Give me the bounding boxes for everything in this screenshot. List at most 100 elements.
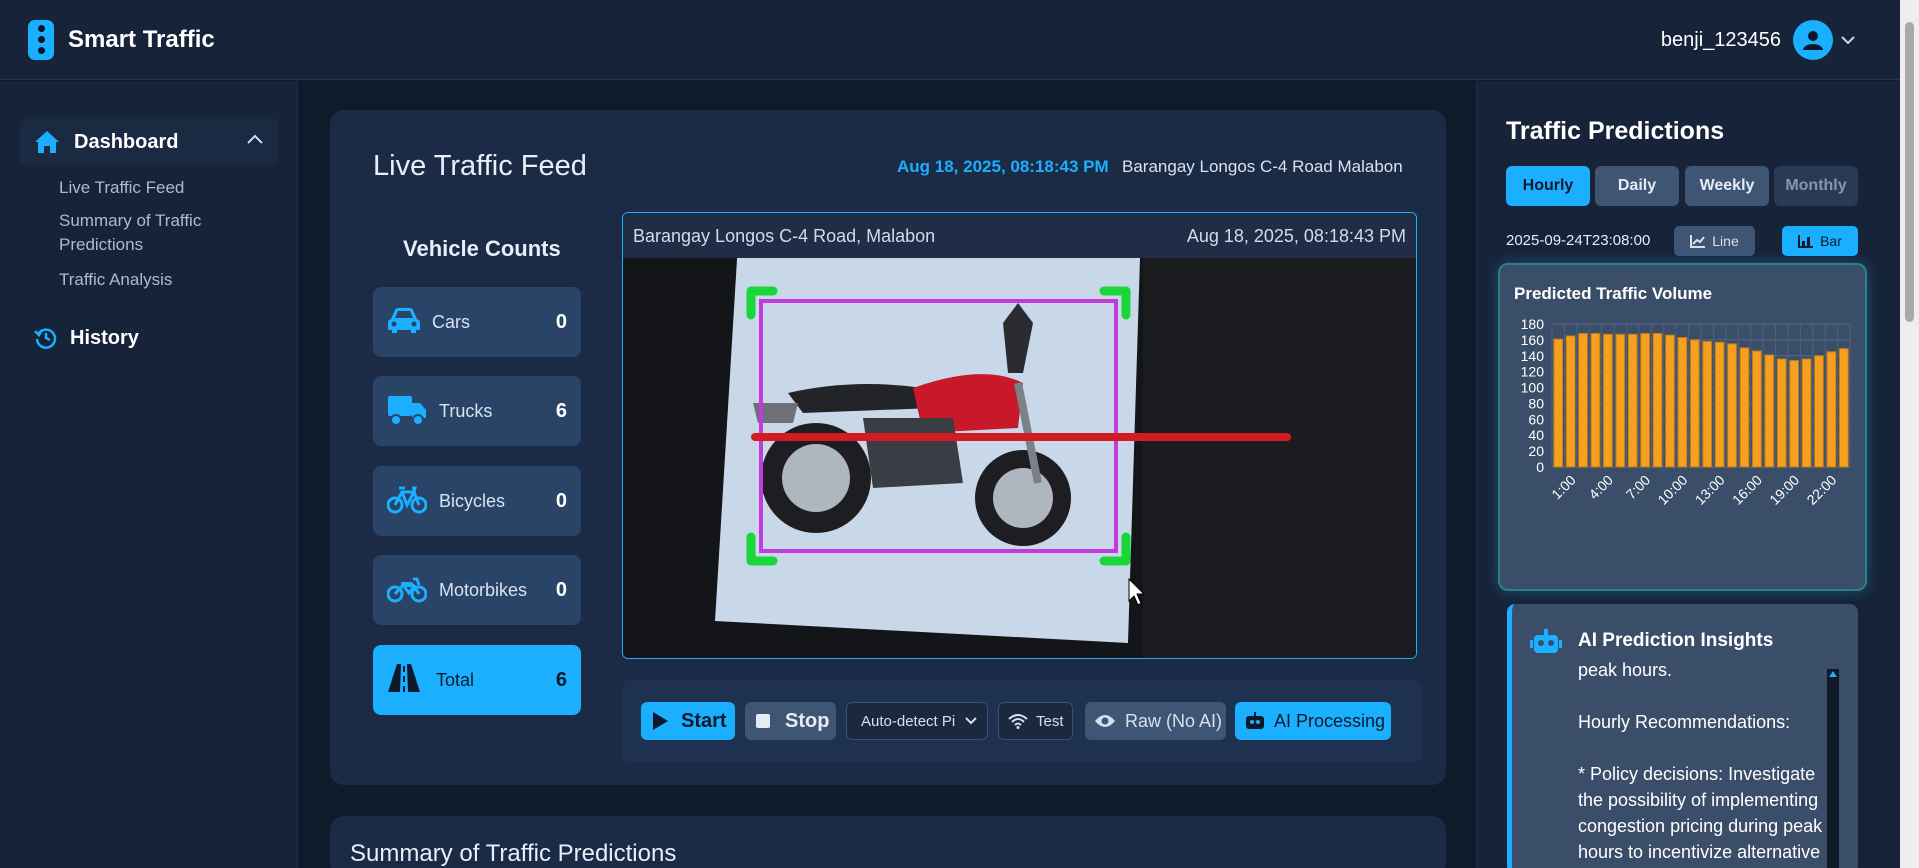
chevron-down-icon[interactable] [1841, 35, 1855, 45]
vehicle-label: Motorbikes [439, 579, 528, 600]
start-label: Start [681, 709, 727, 732]
line-chart-button[interactable]: Line [1674, 226, 1755, 256]
y-tick-label: 120 [1521, 364, 1545, 380]
brand[interactable]: Smart Traffic [28, 19, 215, 60]
tab-monthly[interactable]: Monthly [1774, 166, 1858, 206]
y-tick-label: 0 [1536, 459, 1544, 475]
vehicle-label: Trucks [439, 400, 493, 421]
sidebar-item-traffic-analysis[interactable]: Traffic Analysis [59, 268, 259, 292]
vehicle-label: Total [436, 669, 475, 690]
bicycle-icon [387, 486, 427, 514]
road-icon [388, 664, 420, 692]
vehicle-count: 0 [555, 578, 567, 601]
y-tick-label: 140 [1521, 348, 1545, 364]
start-button[interactable]: Start [641, 702, 735, 740]
vehicle-count: 6 [555, 668, 567, 691]
y-tick-label: 160 [1521, 332, 1545, 348]
chart-title: Predicted Traffic Volume [1514, 284, 1713, 303]
insight-line: peak hours. [1578, 660, 1673, 680]
y-tick-label: 180 [1521, 316, 1545, 332]
chevron-up-icon[interactable] [246, 133, 264, 145]
raw-mode-button[interactable]: Raw (No AI) [1085, 702, 1226, 740]
vehicle-count-motorbikes: Motorbikes 0 [373, 555, 581, 625]
vehicle-label: Cars [432, 311, 471, 332]
x-tick-label: 13:00 [1692, 472, 1728, 508]
bar [1640, 333, 1650, 468]
user-menu[interactable]: benji_123456 [1661, 20, 1855, 60]
bar [1752, 350, 1762, 468]
home-icon [35, 131, 59, 153]
bar [1739, 347, 1750, 468]
bar [1627, 333, 1638, 468]
y-tick-label: 80 [1528, 395, 1544, 411]
y-tick-label: 20 [1528, 443, 1544, 459]
camera-frame [623, 213, 1416, 658]
camera-select[interactable]: Auto-detect Pi [846, 702, 988, 740]
page-scrollbar[interactable] [1900, 0, 1919, 868]
tab-hourly[interactable]: Hourly [1506, 166, 1590, 206]
page-title: Live Traffic Feed [373, 150, 587, 182]
bar [1665, 334, 1675, 468]
robot-icon [1530, 629, 1562, 653]
feed-location: Barangay Longos C-4 Road Malabon [1122, 157, 1403, 176]
tab-weekly[interactable]: Weekly [1685, 166, 1769, 206]
bar-chart-button[interactable]: Bar [1782, 226, 1858, 256]
line-chart-icon [1690, 235, 1706, 248]
car-icon [388, 308, 420, 333]
chevron-down-icon [965, 717, 977, 725]
bar [1603, 333, 1613, 468]
x-tick-label: 10:00 [1654, 472, 1690, 508]
y-tick-label: 60 [1528, 411, 1544, 427]
bar [1789, 360, 1799, 468]
vehicle-label: Bicycles [439, 490, 506, 511]
line-label: Line [1712, 233, 1739, 249]
sidebar-item-history[interactable]: History [34, 326, 139, 350]
stop-label: Stop [785, 709, 830, 732]
scroll-up-icon[interactable] [1827, 669, 1839, 679]
bar [1727, 343, 1737, 468]
bar [1814, 355, 1824, 468]
vehicle-count-cars: Cars 0 [373, 287, 581, 357]
feed-datetime: Aug 18, 2025, 08:18:43 PM [897, 157, 1109, 176]
bar [1615, 333, 1626, 468]
prediction-bar-chart: 020406080100120140160180 1:00 4:00 7:00 10:0… [1521, 316, 1851, 508]
stop-icon [756, 714, 770, 728]
ai-label: AI Processing [1274, 710, 1386, 731]
ai-processing-button[interactable]: AI Processing [1235, 702, 1391, 740]
motorbike-icon [387, 577, 427, 603]
bar [1590, 333, 1601, 468]
vehicle-counts-title: Vehicle Counts [403, 236, 561, 261]
bar [1565, 335, 1576, 468]
tab-daily[interactable]: Daily [1595, 166, 1679, 206]
bar [1776, 358, 1787, 468]
avatar[interactable] [1793, 20, 1833, 60]
sidebar-item-label: Dashboard [74, 130, 179, 153]
bar-chart-icon [1798, 235, 1814, 248]
bar [1838, 348, 1849, 468]
robot-icon [1246, 712, 1264, 729]
bar [1689, 339, 1700, 468]
video-datetime: Aug 18, 2025, 08:18:43 PM [1186, 226, 1406, 246]
video-feed[interactable]: Barangay Longos C-4 Road, Malabon Aug 18… [622, 212, 1417, 659]
sidebar: Dashboard Live Traffic Feed Summary of T… [0, 81, 298, 868]
prediction-timestamp: 2025-09-24T23:08:00 [1506, 232, 1651, 249]
bar [1578, 333, 1588, 468]
truck-icon [388, 396, 426, 426]
stop-button[interactable]: Stop [745, 702, 836, 740]
predictions-title: Traffic Predictions [1506, 117, 1725, 145]
summary-title: Summary of Traffic Predictions [350, 840, 677, 867]
scrollbar-thumb[interactable] [1905, 22, 1914, 322]
vehicle-count-trucks: Trucks 6 [373, 376, 581, 446]
test-button[interactable]: Test [998, 702, 1073, 740]
vehicle-count-total: Total 6 [373, 645, 581, 715]
x-tick-label: 19:00 [1766, 472, 1802, 508]
sidebar-item-live-traffic-feed[interactable]: Live Traffic Feed [59, 176, 259, 200]
bar [1677, 337, 1688, 468]
insights-scrollbar[interactable] [1827, 669, 1839, 868]
sidebar-item-dashboard[interactable]: Dashboard [20, 117, 278, 167]
sidebar-item-summary-predictions[interactable]: Summary of Traffic Predictions [59, 209, 259, 257]
y-tick-label: 40 [1528, 427, 1544, 443]
vehicle-count: 0 [555, 310, 567, 333]
insight-text: * Policy decisions: Investigate the poss… [1578, 764, 1823, 862]
vehicle-count: 0 [555, 489, 567, 512]
